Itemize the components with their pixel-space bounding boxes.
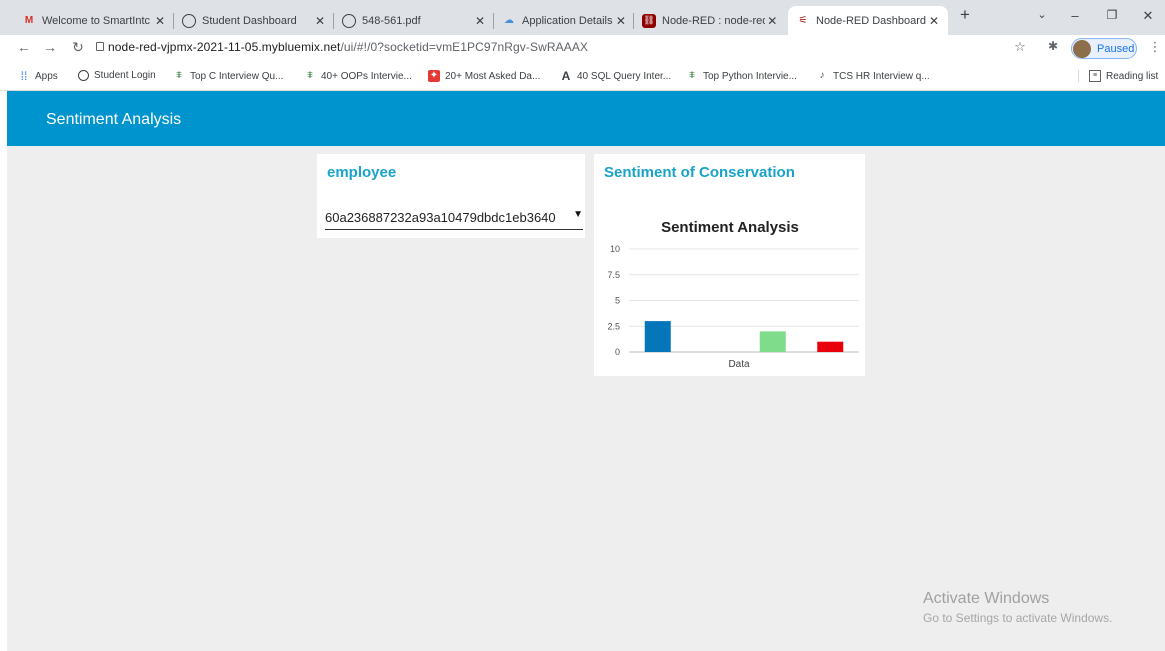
watermark-line2: Go to Settings to activate Windows. <box>923 611 1113 625</box>
tab-title: Node-RED : node-red <box>662 14 765 27</box>
bookmark-star-icon[interactable]: ☆ <box>1010 39 1030 55</box>
new-tab-button[interactable]: + <box>950 5 980 25</box>
reload-icon[interactable]: ↻ <box>68 39 88 56</box>
bookmark-student-login[interactable]: Student Login <box>78 70 156 81</box>
url-host: node-red-vjpmx-2021-11-05.mybluemix.net <box>108 40 341 54</box>
restore-button[interactable]: ❐ <box>1097 8 1127 22</box>
bookmark-label: Top Python Intervie... <box>703 70 797 82</box>
browser-window: M Welcome to SmartIntc ✕ Student Dashboa… <box>0 0 1165 651</box>
tab-title: Welcome to SmartIntc <box>42 14 150 27</box>
bar <box>759 331 786 352</box>
tab-title: Node-RED Dashboard <box>816 14 927 27</box>
dashboard-header: Sentiment Analysis <box>7 91 1165 146</box>
reading-list-label: Reading list <box>1106 70 1159 82</box>
bookmark-python[interactable]: ⩨ Top Python Intervie... <box>686 70 797 82</box>
ladder-icon: ⩨ <box>689 70 695 81</box>
globe-icon <box>342 13 356 28</box>
employee-card-title: employee <box>327 164 397 181</box>
bookmark-label: 40 SQL Query Inter... <box>577 70 672 82</box>
forward-icon[interactable]: → <box>40 39 60 55</box>
globe-icon <box>182 13 196 28</box>
flag-icon: ✦ <box>428 70 440 82</box>
cloud-icon: ☁ <box>504 15 514 26</box>
reading-list[interactable]: ≡ Reading list <box>1078 70 1158 82</box>
minimize-button[interactable]: – <box>1060 8 1090 23</box>
globe-icon <box>78 70 89 81</box>
bar <box>817 341 844 352</box>
bookmark-apps[interactable]: ⁞⁞ Apps <box>18 70 58 82</box>
bookmark-label: Student Login <box>94 70 156 81</box>
bookmark-label: Top C Interview Qu... <box>190 70 284 82</box>
tab-title: Application Details - I <box>522 14 614 27</box>
bookmark-label: TCS HR Interview q... <box>833 70 930 82</box>
close-icon[interactable]: ✕ <box>312 14 328 28</box>
browser-toolbar: ← → ↻ node-red-vjpmx-2021-11-05.mybluemi… <box>0 35 1165 62</box>
sentiment-chart-card: Sentiment of Conservation Sentiment Anal… <box>594 154 865 376</box>
tab-strip: M Welcome to SmartIntc ✕ Student Dashboa… <box>0 0 1165 35</box>
tab-pdf[interactable]: 548-561.pdf ✕ <box>334 6 494 35</box>
node-red-icon: ⛓ <box>642 13 656 28</box>
bookmark-tcs[interactable]: ♪ TCS HR Interview q... <box>816 70 930 82</box>
watermark-line1: Activate Windows <box>923 590 1050 607</box>
employee-card: employee 60a236887232a93a10479dbdc1eb364… <box>317 154 585 238</box>
employee-dropdown-value: 60a236887232a93a10479dbdc1eb3640 <box>325 210 556 225</box>
tab-node-red-dashboard[interactable]: ⚟ Node-RED Dashboard ✕ <box>788 6 948 35</box>
tab-title: 548-561.pdf <box>362 14 421 27</box>
close-icon[interactable]: ✕ <box>472 14 488 28</box>
tcs-icon: ♪ <box>819 70 825 81</box>
tab-node-red[interactable]: ⛓ Node-RED : node-red ✕ <box>634 6 786 35</box>
bar <box>644 321 671 352</box>
bookmark-label: Apps <box>35 70 58 82</box>
back-icon[interactable]: ← <box>14 39 34 55</box>
close-icon[interactable]: ✕ <box>614 14 628 28</box>
caret-down-icon: ▼ <box>573 209 583 220</box>
y-tick-label: 10 <box>610 244 620 254</box>
profile-button[interactable]: Paused <box>1071 38 1137 59</box>
node-red-dashboard-icon: ⚟ <box>798 15 808 26</box>
y-tick-label: 5 <box>615 296 620 306</box>
tab-application-details[interactable]: ☁ Application Details - I ✕ <box>494 6 634 35</box>
page-title: Sentiment Analysis <box>46 111 182 128</box>
close-window-button[interactable]: ✕ <box>1133 8 1163 24</box>
dashboard-content: employee 60a236887232a93a10479dbdc1eb364… <box>7 146 1165 651</box>
tab-student-dashboard[interactable]: Student Dashboard ✕ <box>174 6 334 35</box>
lock-icon <box>96 42 104 51</box>
bookmarks-bar: ⁞⁞ Apps Student Login ⩨ Top C Interview Qu… <box>0 62 1165 91</box>
y-tick-label: 2.5 <box>607 321 620 331</box>
tab-title: Student Dashboard <box>202 14 297 27</box>
chart-title: Sentiment Analysis <box>661 219 799 236</box>
bookmark-sql[interactable]: A 40 SQL Query Inter... <box>560 70 671 82</box>
a-letter-icon: A <box>561 69 571 83</box>
employee-dropdown[interactable]: 60a236887232a93a10479dbdc1eb3640 ▼ <box>325 206 583 230</box>
bookmark-label: 20+ Most Asked Da... <box>445 70 541 82</box>
avatar <box>1073 39 1091 58</box>
tab-smartinternz[interactable]: M Welcome to SmartIntc ✕ <box>14 6 174 35</box>
apps-grid-icon: ⁞⁞ <box>20 69 28 83</box>
extensions-icon[interactable]: ✱ <box>1043 39 1063 53</box>
reading-list-icon: ≡ <box>1089 70 1101 82</box>
gmail-icon: M <box>24 15 34 26</box>
url-path: /ui/#!/0?socketid=vmE1PC97nRgv-SwRAAAX <box>340 40 589 54</box>
address-bar[interactable]: node-red-vjpmx-2021-11-05.mybluemix.net/… <box>108 40 588 54</box>
ladder-icon: ⩨ <box>176 70 182 81</box>
close-icon[interactable]: ✕ <box>765 14 780 28</box>
bookmark-label: 40+ OOPs Intervie... <box>321 70 412 82</box>
ladder-icon: ⩨ <box>307 70 313 81</box>
bookmark-most-asked[interactable]: ✦ 20+ Most Asked Da... <box>428 70 540 82</box>
bookmark-oops[interactable]: ⩨ 40+ OOPs Intervie... <box>304 70 412 82</box>
y-tick-label: 7.5 <box>607 270 620 280</box>
y-tick-label: 0 <box>615 347 620 357</box>
tab-search-icon[interactable]: ⌄ <box>1027 8 1057 21</box>
x-tick-label: Data <box>728 359 750 370</box>
bookmark-top-c[interactable]: ⩨ Top C Interview Qu... <box>173 70 283 82</box>
close-icon[interactable]: ✕ <box>152 14 168 28</box>
close-icon[interactable]: ✕ <box>926 14 942 28</box>
windows-activation-watermark: Activate Windows Go to Settings to activ… <box>923 590 1112 625</box>
menu-icon[interactable]: ⋮ <box>1145 39 1165 55</box>
sentiment-chart: Sentiment Analysis 10 7.5 5 2.5 0 Data <box>607 219 859 370</box>
profile-status: Paused <box>1097 42 1135 55</box>
